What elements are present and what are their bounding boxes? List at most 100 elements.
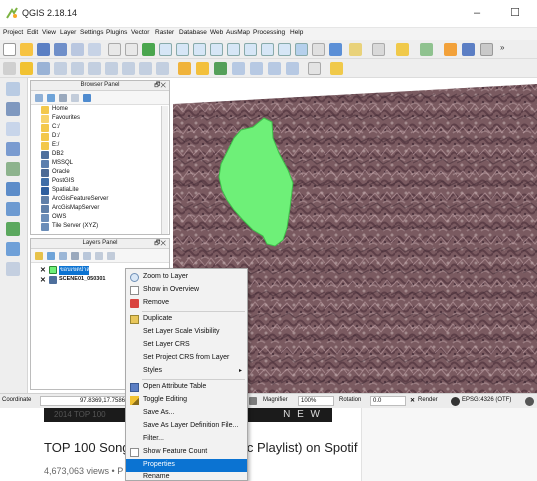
add-delimited-text-icon[interactable] [6,242,20,256]
node-tool-icon[interactable] [88,62,101,75]
refresh-icon[interactable] [47,94,55,102]
magnifier-field[interactable]: 100% [298,396,334,406]
refresh-icon[interactable] [329,43,342,56]
menu-ausmap[interactable]: AusMap [226,29,250,36]
menu-edit[interactable]: Edit [27,29,38,36]
menu-item-styles[interactable]: Styles ▸ [126,365,247,378]
zoom-last-icon[interactable] [261,43,274,56]
lock-icon[interactable] [249,397,257,405]
collapse-all-icon[interactable] [71,94,79,102]
add-raster-layer-icon[interactable] [6,102,20,116]
filter-icon[interactable] [59,94,67,102]
expand-all-icon[interactable] [95,252,103,260]
add-feature-icon[interactable] [54,62,67,75]
annotation-icon[interactable] [308,62,321,75]
menu-vector[interactable]: Vector [131,29,149,36]
manage-visibility-icon[interactable] [59,252,67,260]
toggle-editing-icon[interactable] [20,62,33,75]
copy-features-icon[interactable] [139,62,152,75]
add-spatialite-layer-icon[interactable] [6,142,20,156]
menu-item-show-feature-count[interactable]: Show Feature Count [126,446,247,459]
layer-checkbox[interactable]: ✕ [40,276,46,284]
add-wcs-layer-icon[interactable] [6,202,20,216]
new-bookmark-icon[interactable] [312,43,325,56]
identify-features-icon[interactable] [349,43,362,56]
zoom-selection-icon[interactable] [227,43,240,56]
crs-button[interactable]: EPSG:4326 (OTF) [462,397,511,403]
coordinate-field[interactable]: 97.8369,17.7586 [40,396,128,406]
zoom-full-icon[interactable] [210,43,223,56]
add-wfs-layer-icon[interactable] [6,222,20,236]
move-label-icon[interactable] [250,62,263,75]
style-icon[interactable] [35,252,43,260]
menu-item-filter[interactable]: Filter... [126,433,247,446]
maximize-button[interactable]: ☐ [505,5,525,21]
menu-item-properties[interactable]: Properties [126,459,247,472]
menu-layer[interactable]: Layer [60,29,76,36]
messages-icon[interactable] [525,397,534,406]
menu-item-duplicate[interactable]: Duplicate [126,313,247,326]
new-project-icon[interactable] [3,43,16,56]
current-edits-icon[interactable] [3,62,16,75]
add-mssql-layer-icon[interactable] [6,162,20,176]
menu-item-zoom-to-layer[interactable]: Zoom to Layer [126,271,247,284]
menu-item-show-in-overview[interactable]: Show in Overview [126,284,247,297]
touch-zoom-icon[interactable] [125,43,138,56]
menu-processing[interactable]: Processing [253,29,285,36]
deselect-features-icon[interactable] [444,43,457,56]
label-toolbar-icon[interactable] [178,62,191,75]
save-project-icon[interactable] [37,43,50,56]
menu-item-save-layer-definition[interactable]: Save As Layer Definition File... [126,420,247,433]
collapse-all-icon[interactable] [107,252,115,260]
menu-item-remove[interactable]: Remove [126,297,247,310]
filter-legend-icon[interactable] [71,252,79,260]
zoom-native-icon[interactable] [193,43,206,56]
zoom-layer-icon[interactable] [244,43,257,56]
browser-scrollbar[interactable] [161,106,168,234]
menu-item-open-attribute-table[interactable]: Open Attribute Table [126,381,247,394]
menu-database[interactable]: Database [179,29,207,36]
menu-item-save-as[interactable]: Save As... [126,407,247,420]
composer-manager-icon[interactable] [88,43,101,56]
filter-expression-icon[interactable] [83,252,91,260]
attribute-table-icon[interactable] [462,43,475,56]
menu-item-set-scale-visibility[interactable]: Set Layer Scale Visibility [126,326,247,339]
layer-labeling-icon[interactable] [196,62,209,75]
delete-selected-icon[interactable] [105,62,118,75]
show-hide-labels-icon[interactable] [232,62,245,75]
menu-project[interactable]: Project [3,29,23,36]
minimize-button[interactable]: – [467,5,487,21]
globe-icon[interactable] [451,397,460,406]
menu-view[interactable]: View [42,29,56,36]
open-project-icon[interactable] [20,43,33,56]
rotate-label-icon[interactable] [268,62,281,75]
cut-features-icon[interactable] [122,62,135,75]
menu-settings[interactable]: Settings [80,29,104,36]
new-shapefile-icon[interactable] [6,262,20,276]
add-wms-layer-icon[interactable] [6,182,20,196]
add-postgis-layer-icon[interactable] [6,122,20,136]
menu-item-rename[interactable]: Rename [126,472,247,481]
render-checkbox[interactable]: ✕ [410,397,415,404]
select-by-value-icon[interactable] [420,43,433,56]
menu-help[interactable]: Help [290,29,303,36]
run-feature-action-icon[interactable] [372,43,385,56]
enable-properties-icon[interactable] [83,94,91,102]
save-as-icon[interactable] [54,43,67,56]
field-calculator-icon[interactable] [480,43,493,56]
pin-labels-icon[interactable] [214,62,227,75]
menu-item-set-layer-crs[interactable]: Set Layer CRS [126,339,247,352]
pan-map-icon[interactable] [108,43,121,56]
menu-plugins[interactable]: Plugins [106,29,127,36]
video-title[interactable]: TOP 100 Songs ic Playlist) on Spotif [44,440,357,455]
python-console-icon[interactable] [330,62,343,75]
zoom-in-icon[interactable] [159,43,172,56]
layer-checkbox[interactable]: ✕ [40,266,46,274]
change-label-icon[interactable] [286,62,299,75]
new-print-composer-icon[interactable] [71,43,84,56]
menu-raster[interactable]: Raster [155,29,174,36]
add-vector-layer-icon[interactable] [6,82,20,96]
pan-to-selection-icon[interactable] [142,43,155,56]
move-feature-icon[interactable] [71,62,84,75]
zoom-out-icon[interactable] [176,43,189,56]
